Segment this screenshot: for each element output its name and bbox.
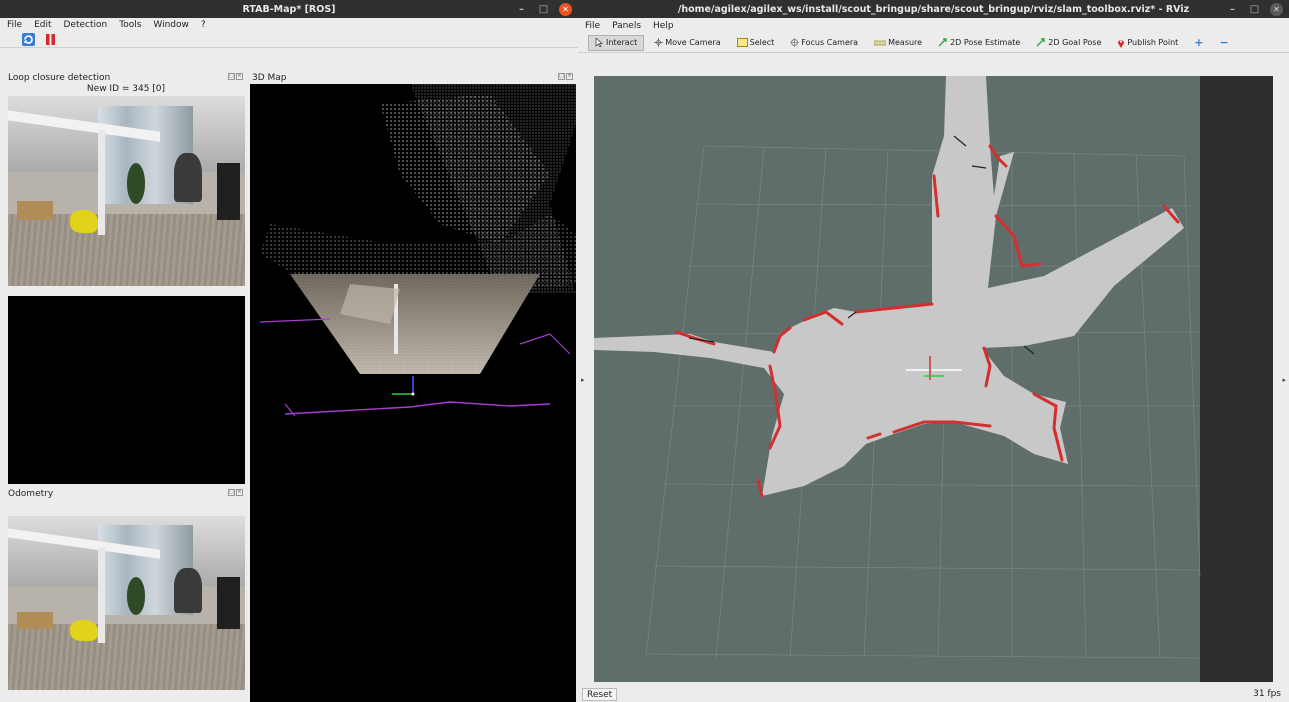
remove-tool-button[interactable]: − bbox=[1214, 35, 1235, 51]
rtabmap-menubar: File Edit Detection Tools Window ? bbox=[0, 18, 578, 32]
menu-edit[interactable]: Edit bbox=[34, 20, 51, 30]
focus-camera-icon bbox=[790, 38, 800, 47]
maximize-icon[interactable]: □ bbox=[537, 3, 550, 16]
tool-move-camera-label: Move Camera bbox=[665, 38, 721, 47]
close-icon[interactable]: ✕ bbox=[559, 2, 572, 16]
goal-arrow-icon bbox=[1036, 38, 1045, 47]
rviz-titlebar[interactable]: /home/agilex/agilex_ws/install/scout_bri… bbox=[578, 0, 1289, 18]
minimize-icon[interactable]: – bbox=[1226, 3, 1239, 16]
tool-interact-label: Interact bbox=[606, 38, 638, 47]
menu-window[interactable]: Window bbox=[153, 20, 189, 30]
cursor-icon bbox=[595, 38, 603, 47]
move-camera-icon bbox=[654, 38, 664, 47]
menu-file[interactable]: File bbox=[585, 21, 600, 31]
odometry-header[interactable]: Odometry □ ✕ bbox=[6, 488, 246, 500]
tool-2d-pose-estimate-label: 2D Pose Estimate bbox=[950, 38, 1021, 47]
tool-focus-camera-label: Focus Camera bbox=[801, 38, 859, 47]
tool-focus-camera[interactable]: Focus Camera bbox=[784, 35, 864, 51]
rviz-window: /home/agilex/agilex_ws/install/scout_bri… bbox=[578, 0, 1289, 702]
tool-publish-point-label: Publish Point bbox=[1127, 38, 1179, 47]
menu-tools[interactable]: Tools bbox=[119, 20, 141, 30]
close-icon[interactable]: ✕ bbox=[236, 73, 243, 80]
rtabmap-toolbar bbox=[0, 32, 578, 48]
tool-2d-pose-estimate[interactable]: 2D Pose Estimate bbox=[932, 35, 1026, 51]
pause-icon[interactable] bbox=[44, 33, 57, 46]
right-panel-toggle-icon[interactable]: ▸ bbox=[1282, 376, 1286, 384]
menu-help[interactable]: ? bbox=[201, 20, 206, 30]
close-icon[interactable]: ✕ bbox=[236, 489, 243, 496]
menu-detection[interactable]: Detection bbox=[64, 20, 108, 30]
odometry-image bbox=[8, 516, 245, 690]
plus-icon: + bbox=[1194, 36, 1204, 49]
menu-file[interactable]: File bbox=[7, 20, 22, 30]
refresh-icon[interactable] bbox=[22, 33, 35, 46]
tool-2d-goal-pose[interactable]: 2D Goal Pose bbox=[1030, 35, 1107, 51]
float-icon[interactable]: □ bbox=[228, 73, 235, 80]
rviz-3d-viewport[interactable] bbox=[594, 76, 1273, 682]
rviz-toolbar: Interact Move Camera Select Focus Camera… bbox=[578, 33, 1289, 53]
odometry-title: Odometry bbox=[8, 489, 54, 499]
rviz-statusbar: Reset 31 fps bbox=[578, 686, 1289, 702]
rviz-title: /home/agilex/agilex_ws/install/scout_bri… bbox=[677, 3, 1190, 15]
tool-move-camera[interactable]: Move Camera bbox=[648, 35, 726, 51]
tool-measure-label: Measure bbox=[888, 38, 923, 47]
close-icon[interactable]: ✕ bbox=[1270, 2, 1283, 16]
float-icon[interactable]: □ bbox=[228, 489, 235, 496]
loop-closure-image bbox=[8, 96, 245, 286]
rtabmap-window: RTAB-Map* [ROS] – □ ✕ File Edit Detectio… bbox=[0, 0, 578, 702]
add-tool-button[interactable]: + bbox=[1188, 35, 1209, 51]
map-pin-icon bbox=[1118, 39, 1125, 48]
rviz-menubar: File Panels Help bbox=[578, 18, 1289, 33]
map-3d-title: 3D Map bbox=[252, 73, 287, 83]
left-panel-toggle-icon[interactable]: ▸ bbox=[581, 376, 585, 384]
select-icon bbox=[736, 38, 748, 47]
map-3d-panel: 3D Map □ ✕ bbox=[250, 72, 576, 702]
fps-label: 31 fps bbox=[1253, 689, 1281, 699]
maximize-icon[interactable]: □ bbox=[1248, 3, 1261, 16]
tool-publish-point[interactable]: Publish Point bbox=[1111, 35, 1184, 51]
odometry-panel: Odometry □ ✕ bbox=[6, 488, 246, 702]
loop-closure-match-image bbox=[8, 296, 245, 484]
tool-interact[interactable]: Interact bbox=[588, 34, 645, 51]
menu-help[interactable]: Help bbox=[653, 21, 674, 31]
loop-closure-panel: Loop closure detection □ ✕ New ID = 345 … bbox=[6, 72, 246, 486]
tool-select[interactable]: Select bbox=[731, 35, 781, 51]
tool-measure[interactable]: Measure bbox=[868, 35, 928, 51]
close-icon[interactable]: ✕ bbox=[566, 73, 573, 80]
point-cloud-view[interactable] bbox=[250, 84, 576, 702]
rtabmap-titlebar[interactable]: RTAB-Map* [ROS] – □ ✕ bbox=[0, 0, 578, 18]
minus-icon: − bbox=[1219, 36, 1229, 49]
tool-2d-goal-pose-label: 2D Goal Pose bbox=[1048, 38, 1102, 47]
new-id-label: New ID = 345 [0] bbox=[86, 84, 166, 94]
reset-button[interactable]: Reset bbox=[582, 687, 618, 701]
loop-closure-title: Loop closure detection bbox=[8, 73, 111, 83]
ruler-icon bbox=[874, 40, 887, 45]
minimize-icon[interactable]: – bbox=[515, 3, 528, 16]
pose-arrow-icon bbox=[938, 38, 947, 47]
map-3d-header[interactable]: 3D Map □ ✕ bbox=[250, 72, 576, 84]
loop-closure-header[interactable]: Loop closure detection □ ✕ bbox=[6, 72, 246, 84]
menu-panels[interactable]: Panels bbox=[612, 21, 641, 31]
float-icon[interactable]: □ bbox=[558, 73, 565, 80]
tool-select-label: Select bbox=[749, 38, 775, 47]
rtabmap-title: RTAB-Map* [ROS] bbox=[242, 3, 336, 15]
